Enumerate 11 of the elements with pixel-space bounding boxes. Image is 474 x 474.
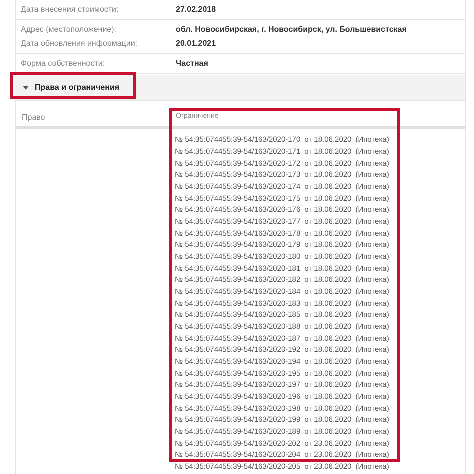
field-label: Адрес (местоположение): <box>20 24 118 36</box>
field-value: обл. Новосибирская, г. Новосибирск, ул. Большевистская <box>176 24 407 36</box>
section-header[interactable]: Права и ограничения <box>15 75 465 101</box>
field-label: Дата внесения стоимости: <box>20 4 120 16</box>
field-label: Дата обновления информации: <box>20 38 139 50</box>
field-value: Частная <box>176 58 208 70</box>
field-value: 27.02.2018 <box>176 4 216 16</box>
field-value: 20.01.2021 <box>176 38 216 50</box>
field-label: Форма собственности: <box>20 58 106 70</box>
section-title: Права и ограничения <box>35 82 120 94</box>
column-header: Право <box>21 112 46 124</box>
